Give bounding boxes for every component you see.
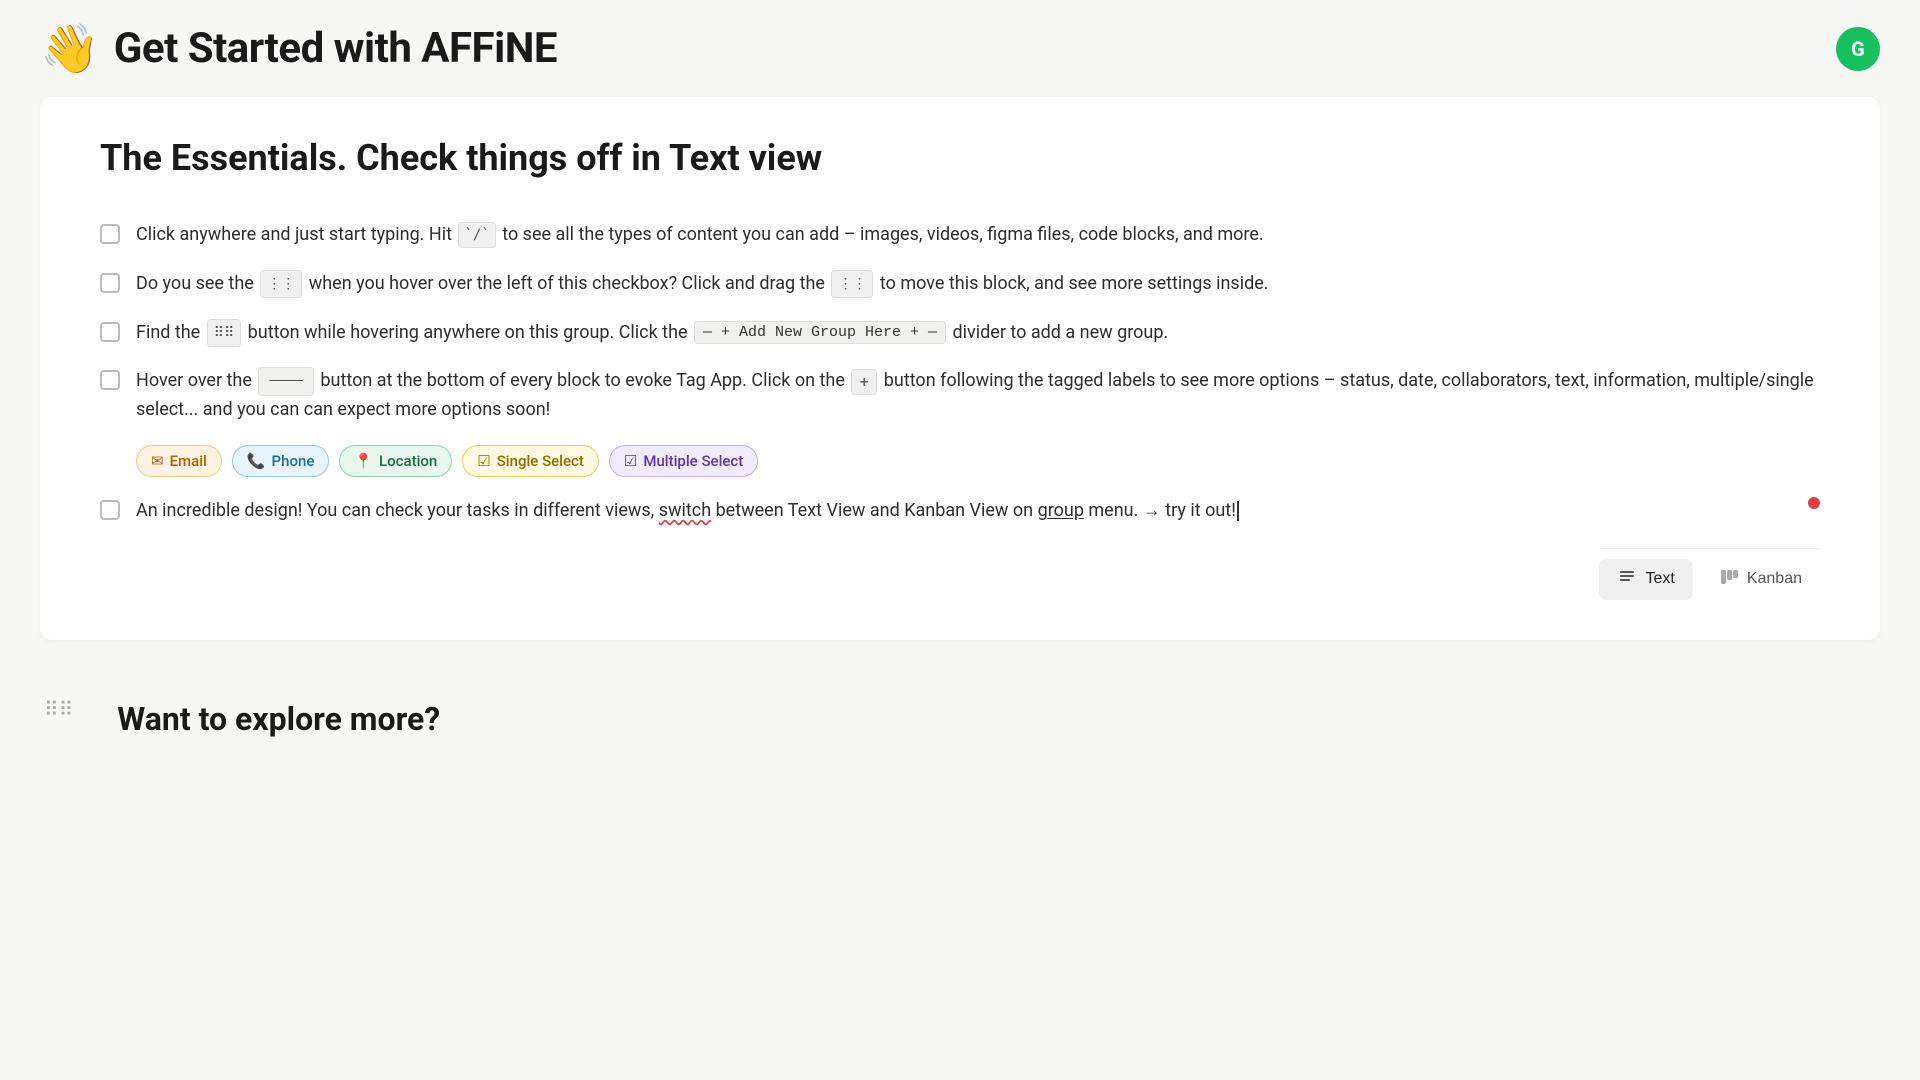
multiple-select-icon: ☑	[624, 452, 637, 470]
checklist: Click anywhere and just start typing. Hi…	[100, 211, 1820, 536]
kanban-view-label: Kanban	[1747, 570, 1802, 588]
checklist-item-2: Do you see the ⋮⋮ when you hover over th…	[100, 260, 1820, 309]
wave-emoji: 👋	[40, 20, 100, 77]
checkbox-2[interactable]	[100, 273, 120, 293]
red-dot-indicator	[1808, 497, 1820, 509]
page-container: 👋 Get Started with AFFiNE G The Essentia…	[0, 0, 1920, 1080]
kanban-view-icon	[1719, 567, 1739, 592]
dots-icon-2: ⋮⋮	[831, 270, 873, 298]
dots-icon-1: ⋮⋮	[260, 270, 302, 298]
tag-email[interactable]: ✉ Email	[136, 445, 222, 477]
switch-link[interactable]: switch	[659, 500, 711, 521]
location-icon: 📍	[354, 452, 373, 470]
text-view-button[interactable]: Text	[1599, 559, 1692, 600]
text-cursor	[1237, 501, 1239, 521]
checkbox-4[interactable]	[100, 370, 120, 390]
group-link[interactable]: group	[1038, 500, 1084, 521]
next-section-area: ⠿⠿ Want to explore more?	[0, 650, 1920, 738]
location-label: Location	[379, 452, 437, 470]
phone-icon: 📞	[247, 452, 266, 470]
header: 👋 Get Started with AFFiNE G	[0, 0, 1920, 87]
email-label: Email	[170, 452, 207, 470]
view-toolbar: Text Kanban	[1599, 548, 1820, 600]
phone-label: Phone	[272, 452, 315, 470]
section-title: The Essentials. Check things off in Text…	[100, 137, 1820, 179]
checklist-item-4: Hover over the ———— button at the bottom…	[100, 357, 1820, 435]
checklist-item-1: Click anywhere and just start typing. Hi…	[100, 211, 1820, 260]
main-content-card: The Essentials. Check things off in Text…	[40, 97, 1880, 640]
next-section-title: Want to explore more?	[97, 700, 440, 738]
slash-icon: `/`	[458, 222, 495, 248]
checklist-text-5: An incredible design! You can check your…	[136, 497, 1792, 526]
drag-handle-icon[interactable]: ⠿⠿	[40, 693, 77, 725]
tag-location[interactable]: 📍 Location	[339, 445, 452, 477]
plus-icon: +	[851, 369, 877, 395]
checklist-text-1: Click anywhere and just start typing. Hi…	[136, 221, 1820, 250]
add-group-code: — + Add New Group Here + —	[694, 321, 946, 344]
tag-single-select[interactable]: ☑ Single Select	[462, 445, 599, 477]
tag-phone[interactable]: 📞 Phone	[232, 445, 330, 477]
checklist-item-5: An incredible design! You can check your…	[100, 487, 1820, 536]
checklist-text-4: Hover over the ———— button at the bottom…	[136, 367, 1820, 425]
text-view-icon	[1617, 567, 1637, 592]
multiple-select-label: Multiple Select	[643, 452, 743, 470]
grid-dots-icon: ⠿⠿	[207, 319, 242, 347]
header-title: 👋 Get Started with AFFiNE	[40, 20, 557, 77]
grammarly-avatar[interactable]: G	[1836, 27, 1880, 71]
email-icon: ✉	[151, 452, 164, 470]
kanban-view-button[interactable]: Kanban	[1701, 559, 1820, 600]
checkbox-3[interactable]	[100, 322, 120, 342]
checklist-text-3: Find the ⠿⠿ button while hovering anywhe…	[136, 319, 1820, 348]
checklist-item-3: Find the ⠿⠿ button while hovering anywhe…	[100, 309, 1820, 358]
find-the-text: Find the	[136, 322, 200, 343]
bottom-bar-row: Text Kanban	[100, 540, 1820, 600]
tag-multiple-select[interactable]: ☑ Multiple Select	[609, 445, 758, 477]
tag-container: ✉ Email 📞 Phone 📍 Location ☑ Single Sele…	[136, 445, 1820, 477]
checkbox-5[interactable]	[100, 500, 120, 520]
dash-button: ————	[258, 367, 314, 395]
text-view-label: Text	[1645, 570, 1674, 588]
checkbox-1[interactable]	[100, 224, 120, 244]
single-select-icon: ☑	[477, 452, 490, 470]
checklist-text-2: Do you see the ⋮⋮ when you hover over th…	[136, 270, 1820, 299]
single-select-label: Single Select	[497, 452, 584, 470]
app-title: Get Started with AFFiNE	[114, 24, 557, 73]
